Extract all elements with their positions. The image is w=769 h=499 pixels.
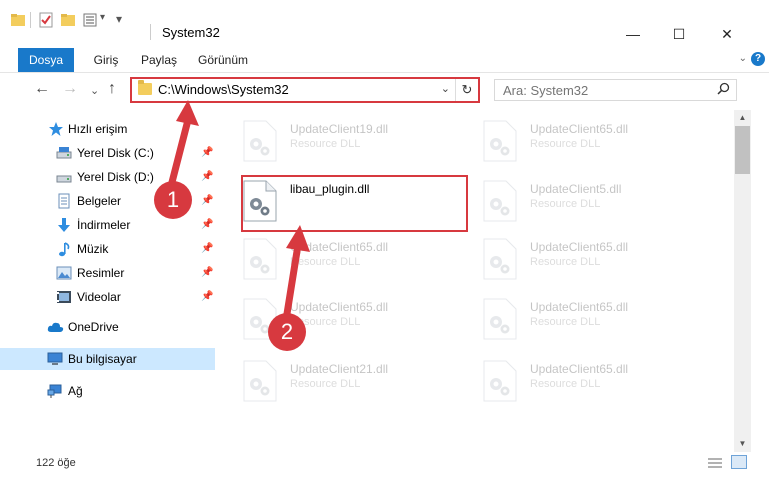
annotation-arrows — [166, 100, 310, 324]
step-badge-1: 1 — [154, 181, 192, 219]
step-badge-2: 2 — [268, 313, 306, 351]
